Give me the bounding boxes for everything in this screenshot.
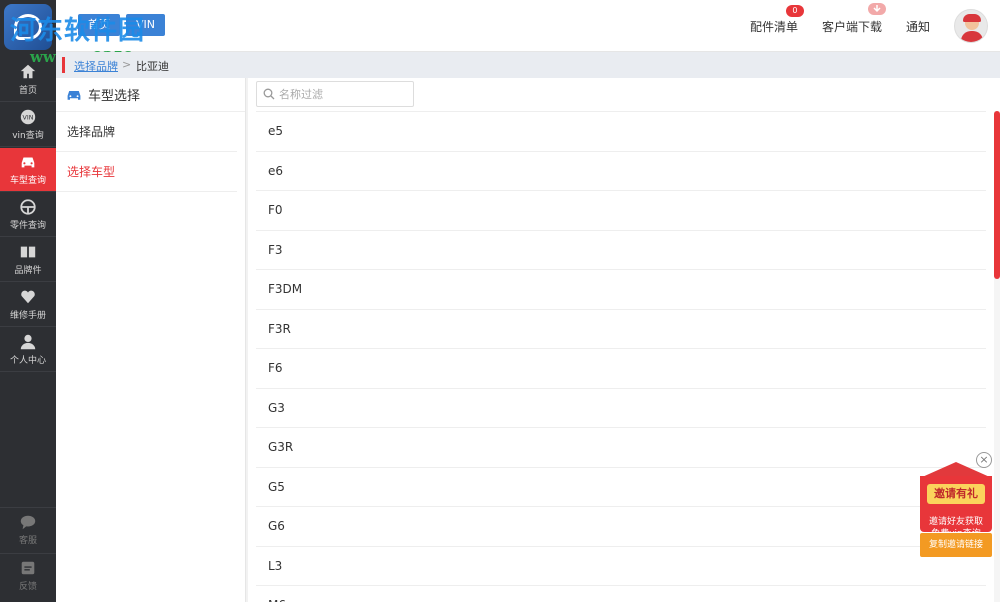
close-icon[interactable]: × [976, 452, 992, 468]
sidebar-item-label: 客服 [18, 536, 37, 546]
sidebar-item-label: 个人中心 [9, 356, 46, 366]
car-icon [67, 90, 81, 100]
breadcrumb-select-brand[interactable]: 选择品牌 [74, 58, 118, 74]
breadcrumb-current: 比亚迪 [136, 60, 169, 73]
promo-subtitle-line1: 邀请好友获取 [928, 517, 983, 527]
scrollbar-thumb[interactable] [994, 111, 1000, 279]
sidebar-item-support[interactable]: 客服 [0, 507, 56, 551]
sidebar-item-brand-parts[interactable]: 品牌件 [0, 238, 56, 282]
model-list-item[interactable]: M6 [256, 585, 986, 602]
sidebar-item-parts-query[interactable]: 零件查询 [0, 193, 56, 237]
model-list-item[interactable]: L3 [256, 545, 986, 586]
sidebar-item-label: 车型查询 [9, 176, 46, 186]
model-list-item[interactable]: F3 [256, 229, 986, 270]
left-sidebar: 首页 VIN vin查询 车型查询 零件查询 品牌件 维修手册 个人中心 客服 … [0, 0, 56, 602]
sidebar-item-label: 品牌件 [14, 266, 42, 276]
model-selection-panel: 车型选择 选择品牌 选择车型 [56, 78, 246, 602]
top-bar: 首页 VIN 配件清单 0 客户端下载 通知 [56, 0, 1000, 52]
notify-link[interactable]: 通知 [906, 18, 930, 35]
panel-title: 车型选择 [88, 89, 141, 104]
sidebar-item-label: 零件查询 [9, 221, 46, 231]
heart-icon [19, 288, 37, 306]
feedback-icon [19, 559, 37, 577]
model-list-item[interactable]: G6 [256, 506, 986, 546]
model-list-item[interactable]: G3 [256, 387, 986, 428]
sidebar-item-repair-manual[interactable]: 维修手册 [0, 283, 56, 327]
invite-promo: 邀请有礼 邀请好友获取 免费vin查询 × 复制邀请链接 [918, 452, 994, 560]
step-select-model[interactable]: 选择车型 [56, 152, 237, 192]
step-select-brand[interactable]: 选择品牌 [56, 112, 237, 152]
panel-header: 车型选择 [56, 78, 245, 112]
car-icon [19, 153, 37, 171]
breadcrumb-separator: > [122, 58, 132, 71]
search-icon [263, 88, 275, 100]
model-list-item[interactable]: e5 [256, 111, 986, 151]
download-icon [867, 2, 886, 15]
sidebar-item-label: 反馈 [18, 582, 37, 592]
sidebar-item-label: 维修手册 [9, 311, 46, 321]
parts-list-link[interactable]: 配件清单 0 [749, 4, 804, 35]
top-right-actions: 配件清单 0 客户端下载 通知 [750, 0, 1000, 52]
client-download-label: 客户端下载 [821, 19, 882, 34]
watermark-title: 河东软件园 [10, 16, 146, 46]
red-envelope[interactable]: 邀请有礼 邀请好友获取 免费vin查询 [920, 462, 992, 539]
breadcrumb-marker [62, 57, 65, 73]
sidebar-item-car-query[interactable]: 车型查询 [0, 148, 56, 192]
promo-title: 邀请有礼 [927, 484, 985, 504]
avatar[interactable] [954, 9, 988, 43]
model-list-item[interactable]: F0 [256, 190, 986, 230]
sidebar-item-profile[interactable]: 个人中心 [0, 328, 56, 372]
sidebar-item-label: 首页 [18, 86, 37, 96]
model-list-item[interactable]: G5 [256, 466, 986, 507]
vin-icon: VIN [19, 108, 37, 126]
steering-wheel-icon [19, 198, 37, 216]
user-icon [19, 333, 37, 351]
model-list-item[interactable]: G3R [256, 427, 986, 467]
breadcrumb: 选择品牌 > 比亚迪 [56, 52, 1000, 78]
parts-list-label: 配件清单 [749, 19, 798, 34]
search-input[interactable] [279, 87, 409, 101]
search-box [256, 81, 414, 107]
model-list-item[interactable]: e6 [256, 150, 986, 191]
model-list-item[interactable]: F3R [256, 308, 986, 349]
model-list-item[interactable]: F3DM [256, 269, 986, 309]
chat-icon [19, 513, 37, 531]
svg-text:VIN: VIN [23, 115, 34, 122]
client-download-link[interactable]: 客户端下载 [821, 2, 886, 35]
parts-count-badge: 0 [785, 4, 804, 17]
model-list: e5e6F0F3F3DMF3RF6G3G3RG5G6L3M6 [256, 111, 986, 602]
sidebar-item-vin[interactable]: VIN vin查询 [0, 103, 56, 147]
model-list-item[interactable]: F6 [256, 348, 986, 388]
model-list-panel: e5e6F0F3F3DMF3RF6G3G3RG5G6L3M6 [248, 78, 1000, 602]
copy-invite-link-button[interactable]: 复制邀请链接 [920, 533, 992, 557]
sidebar-item-label: vin查询 [12, 131, 44, 141]
notify-label: 通知 [905, 19, 930, 34]
book-icon [19, 243, 37, 261]
sidebar-item-feedback[interactable]: 反馈 [0, 553, 56, 597]
